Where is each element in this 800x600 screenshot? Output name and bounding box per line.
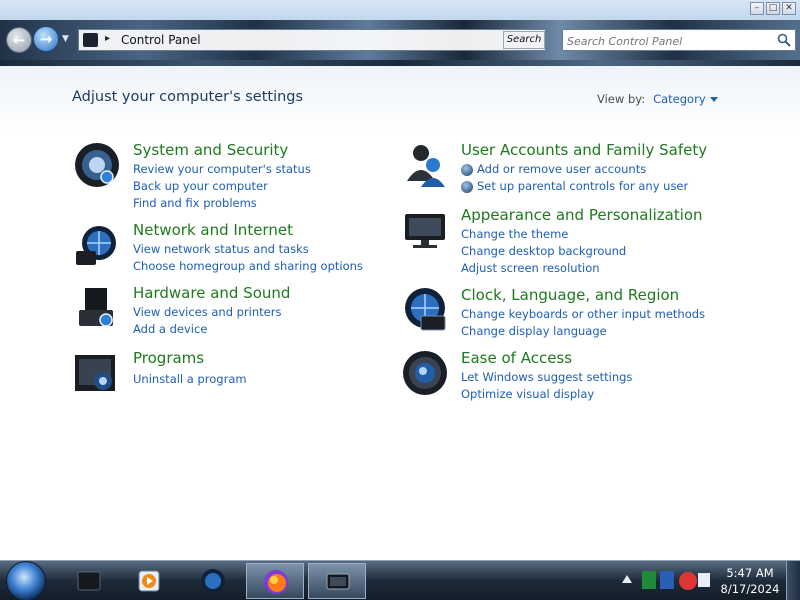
category-ease-of-access: Ease of Access Let Windows suggest setti… — [401, 349, 731, 404]
link-screen-resolution[interactable]: Adjust screen resolution — [461, 260, 626, 277]
category-system-security: System and Security Review your computer… — [73, 141, 393, 211]
link-parental-controls[interactable]: Set up parental controls for any user — [461, 178, 688, 195]
search-box[interactable] — [562, 29, 796, 52]
file-explorer-icon — [77, 571, 101, 591]
breadcrumb-arrow-icon[interactable]: ▸ — [105, 33, 110, 44]
link-add-device[interactable]: Add a device — [133, 321, 281, 338]
address-bar[interactable]: ▸ Control Panel Search — [78, 29, 546, 51]
category-title-link[interactable]: Programs — [133, 349, 204, 367]
minimize-icon[interactable]: – — [750, 2, 764, 15]
monitor-icon[interactable] — [401, 206, 449, 254]
page-title: Adjust your computer's settings — [72, 89, 304, 105]
printer-icon[interactable] — [73, 284, 121, 332]
clock-date: 8/17/2024 — [720, 582, 780, 596]
category-title-link[interactable]: Appearance and Personalization — [461, 206, 703, 224]
globe-icon — [201, 569, 225, 593]
link-back-up[interactable]: Back up your computer — [133, 178, 311, 195]
firefox-icon — [264, 570, 288, 594]
back-button[interactable]: ← — [6, 27, 32, 53]
taskbar-control-panel[interactable] — [308, 563, 366, 599]
category-title-link[interactable]: Ease of Access — [461, 349, 572, 367]
link-change-theme[interactable]: Change the theme — [461, 226, 626, 243]
category-network-internet: Network and Internet View network status… — [73, 221, 393, 276]
search-button[interactable]: Search — [503, 31, 545, 49]
view-by-control: View by: Category — [597, 92, 718, 106]
category-title-link[interactable]: Network and Internet — [133, 221, 293, 239]
clock-globe-icon[interactable] — [401, 286, 449, 334]
view-by-label: View by: — [597, 92, 646, 106]
link-homegroup[interactable]: Choose homegroup and sharing options — [133, 258, 363, 275]
taskbar: 5:47 AM 8/17/2024 — [0, 560, 800, 600]
category-title-link[interactable]: User Accounts and Family Safety — [461, 141, 707, 159]
search-input[interactable] — [563, 31, 769, 52]
shield-icon[interactable] — [73, 141, 121, 189]
forward-button[interactable]: → — [33, 26, 59, 52]
category-clock-region: Clock, Language, and Region Change keybo… — [401, 286, 731, 341]
category-title-link[interactable]: Hardware and Sound — [133, 284, 290, 302]
ease-of-access-icon[interactable] — [401, 349, 449, 397]
media-player-icon — [138, 570, 160, 592]
view-by-dropdown[interactable]: Category — [653, 92, 706, 106]
taskbar-media-player[interactable] — [120, 563, 178, 599]
taskbar-clock[interactable]: 5:47 AM 8/17/2024 — [718, 561, 782, 600]
show-desktop-button[interactable] — [786, 561, 800, 600]
show-hidden-icons-icon[interactable] — [620, 571, 634, 589]
link-change-keyboards[interactable]: Change keyboards or other input methods — [461, 306, 705, 323]
title-bar: – □ ✕ — [0, 0, 800, 20]
clock-time: 5:47 AM — [726, 566, 774, 580]
link-optimize-visual[interactable]: Optimize visual display — [461, 386, 632, 403]
category-user-accounts: User Accounts and Family Safety Add or r… — [401, 141, 731, 196]
back-arrow-icon: ← — [12, 31, 26, 49]
link-add-remove-users[interactable]: Add or remove user accounts — [461, 161, 688, 178]
category-title-link[interactable]: Clock, Language, and Region — [461, 286, 679, 304]
control-panel-icon — [83, 33, 98, 47]
link-network-status[interactable]: View network status and tasks — [133, 241, 363, 258]
search-icon[interactable] — [777, 33, 791, 47]
forward-arrow-icon: → — [39, 30, 53, 48]
main-content: Adjust your computer's settings View by:… — [0, 66, 800, 594]
category-title-link[interactable]: System and Security — [133, 141, 288, 159]
address-text[interactable]: Control Panel — [121, 33, 201, 47]
link-desktop-background[interactable]: Change desktop background — [461, 243, 626, 260]
control-panel-icon — [326, 573, 350, 590]
link-display-language[interactable]: Change display language — [461, 323, 705, 340]
link-windows-suggest[interactable]: Let Windows suggest settings — [461, 369, 632, 386]
tray-icons[interactable] — [642, 569, 712, 593]
taskbar-file-explorer[interactable] — [60, 563, 118, 599]
category-appearance: Appearance and Personalization Change th… — [401, 206, 731, 276]
maximize-icon[interactable]: □ — [766, 2, 780, 15]
start-button[interactable] — [6, 561, 46, 600]
navigation-bar: ← → ▼ ▸ Control Panel Search — [0, 20, 800, 60]
link-devices-printers[interactable]: View devices and printers — [133, 304, 281, 321]
programs-icon[interactable] — [73, 349, 121, 397]
chevron-down-icon[interactable] — [709, 97, 718, 102]
link-review-status[interactable]: Review your computer's status — [133, 161, 311, 178]
link-find-fix[interactable]: Find and fix problems — [133, 195, 311, 212]
category-programs: Programs Uninstall a program — [73, 349, 393, 399]
link-uninstall[interactable]: Uninstall a program — [133, 371, 247, 388]
close-icon[interactable]: ✕ — [782, 2, 796, 15]
globe-network-icon[interactable] — [73, 221, 121, 269]
users-icon[interactable] — [401, 141, 449, 189]
taskbar-firefox[interactable] — [246, 563, 304, 599]
system-tray — [612, 561, 716, 600]
taskbar-browser-globe[interactable] — [184, 563, 242, 599]
recent-pages-chevron-icon[interactable]: ▼ — [62, 34, 69, 44]
category-hardware-sound: Hardware and Sound View devices and prin… — [73, 284, 393, 339]
caption-buttons: – □ ✕ — [750, 2, 796, 15]
